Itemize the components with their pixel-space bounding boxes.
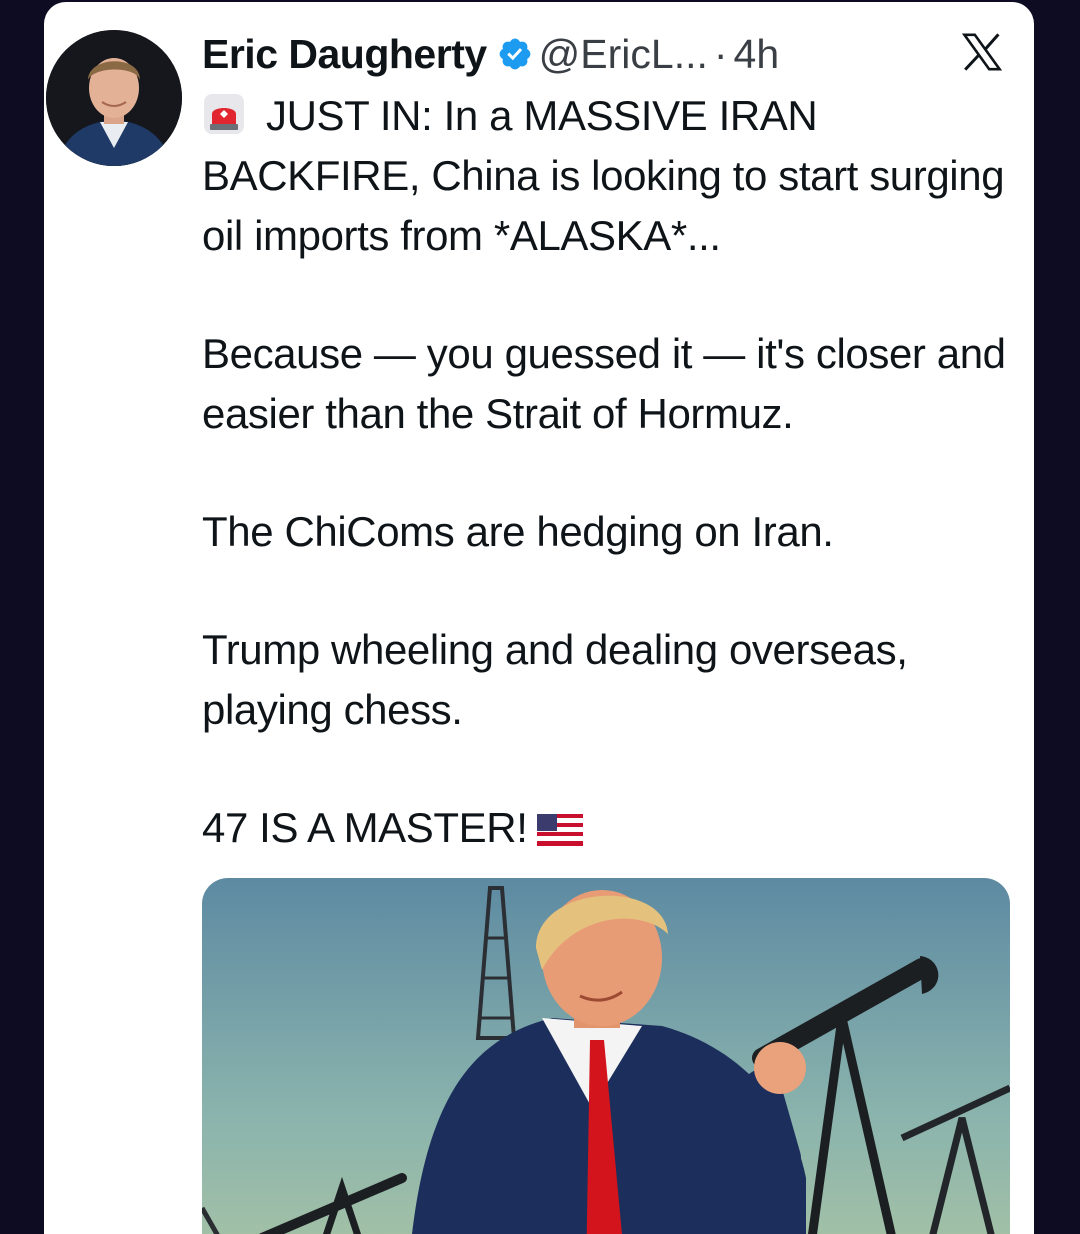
timestamp[interactable]: 4h — [734, 31, 780, 78]
tweet-text: JUST IN: In a MASSIVE IRAN BACKFIRE, Chi… — [202, 86, 1022, 858]
tweet-card[interactable]: Eric Daugherty @EricL... · 4h JUST IN: I… — [44, 2, 1034, 1234]
tweet-header: Eric Daugherty @EricL... · 4h — [202, 24, 779, 84]
tweet-final-line: 47 IS A MASTER! — [202, 804, 528, 851]
rotating-light-icon — [202, 92, 246, 136]
tweet-paragraph-2: Because — you guessed it — it's closer a… — [202, 330, 1006, 437]
separator-dot: · — [713, 30, 728, 77]
author-handle[interactable]: @EricL... — [539, 31, 708, 78]
verified-badge-icon — [497, 36, 533, 72]
author-name[interactable]: Eric Daugherty — [202, 31, 487, 78]
us-flag-icon — [537, 802, 584, 846]
tweet-paragraph-3: The ChiComs are hedging on Iran. — [202, 508, 834, 555]
x-logo-icon — [958, 28, 1006, 76]
avatar[interactable] — [46, 30, 182, 166]
tweet-line-1: JUST IN: In a MASSIVE IRAN BACKFIRE, Chi… — [202, 92, 1005, 259]
tweet-image[interactable] — [202, 878, 1010, 1234]
tweet-paragraph: JUST IN: In a MASSIVE IRAN BACKFIRE, Chi… — [202, 86, 1022, 266]
tweet-paragraph-5: 47 IS A MASTER! — [202, 798, 1022, 858]
tweet-paragraph-4: Trump wheeling and dealing overseas, pla… — [202, 626, 908, 733]
